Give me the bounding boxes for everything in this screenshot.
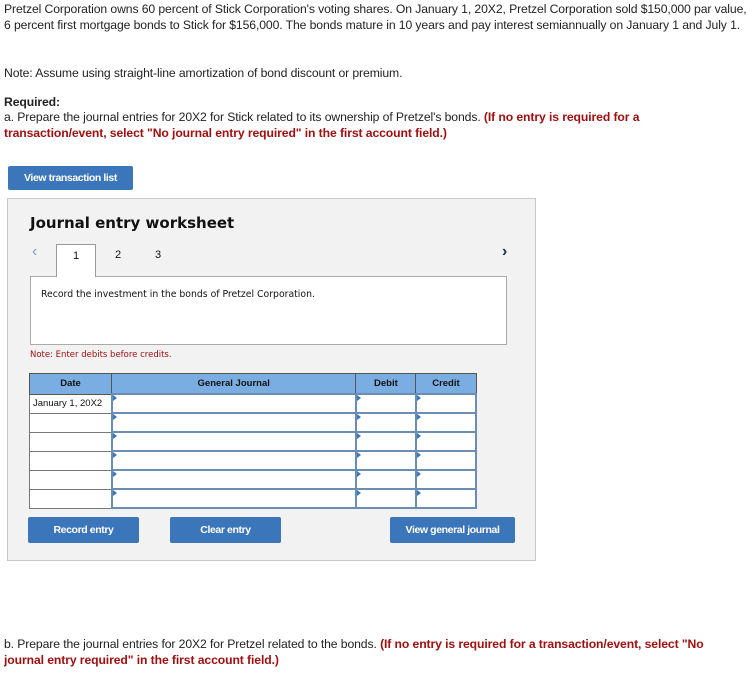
debit-field[interactable] — [356, 471, 415, 488]
table-row — [28, 488, 478, 509]
dropdown-marker-icon — [112, 414, 117, 420]
worksheet-title: Journal entry worksheet — [30, 214, 235, 232]
table-header-row: Date General Journal Debit Credit — [28, 373, 477, 395]
part-a-prompt: a. Prepare the journal entries for 20X2 … — [4, 110, 744, 141]
account-field-cell[interactable] — [110, 450, 357, 471]
table-row — [28, 412, 478, 433]
journal-entry-worksheet: Journal entry worksheet ‹ 1 2 3 › Record… — [7, 198, 536, 561]
dropdown-marker-icon — [416, 490, 421, 496]
dropdown-marker-icon — [356, 471, 361, 477]
dropdown-marker-icon — [356, 433, 361, 439]
required-label: Required: — [4, 95, 60, 109]
debit-field-cell[interactable] — [354, 393, 417, 414]
instruction-text: Record the investment in the bonds of Pr… — [41, 289, 315, 300]
table-row — [28, 469, 478, 490]
credit-field[interactable] — [416, 471, 475, 488]
debit-field[interactable] — [356, 414, 415, 431]
dropdown-marker-icon — [356, 414, 361, 420]
header-general-journal: General Journal — [111, 373, 357, 395]
date-cell: January 1, 20X2 — [28, 393, 113, 414]
credit-field-cell[interactable] — [414, 412, 478, 433]
credit-field[interactable] — [416, 433, 475, 450]
debit-field[interactable] — [356, 395, 415, 412]
table-row: January 1, 20X2 — [28, 393, 478, 414]
account-field-cell[interactable] — [110, 431, 357, 452]
date-cell — [28, 412, 113, 433]
date-cell — [28, 431, 113, 452]
account-field-cell[interactable] — [110, 393, 357, 414]
dropdown-marker-icon — [356, 452, 361, 458]
chevron-left-icon[interactable]: ‹ — [32, 243, 37, 261]
instruction-panel: Record the investment in the bonds of Pr… — [30, 276, 507, 345]
table-row — [28, 431, 478, 452]
credit-field-cell[interactable] — [414, 431, 478, 452]
dropdown-marker-icon — [416, 433, 421, 439]
credit-field-cell[interactable] — [414, 393, 478, 414]
account-field[interactable] — [112, 433, 355, 450]
header-debit: Debit — [355, 373, 417, 395]
credit-field[interactable] — [416, 490, 475, 507]
dropdown-marker-icon — [416, 471, 421, 477]
dropdown-marker-icon — [112, 433, 117, 439]
date-cell — [28, 488, 113, 509]
credit-field[interactable] — [416, 414, 475, 431]
header-credit: Credit — [415, 373, 477, 395]
account-field[interactable] — [112, 414, 355, 431]
clear-entry-button[interactable]: Clear entry — [170, 517, 281, 543]
tab-3[interactable]: 3 — [138, 244, 178, 275]
dropdown-marker-icon — [112, 452, 117, 458]
dropdown-marker-icon — [112, 490, 117, 496]
debit-field-cell[interactable] — [354, 469, 417, 490]
account-field-cell[interactable] — [110, 469, 357, 490]
account-field[interactable] — [112, 452, 355, 469]
part-b-prompt: b. Prepare the journal entries for 20X2 … — [4, 637, 744, 668]
tab-2[interactable]: 2 — [98, 244, 138, 275]
account-field[interactable] — [112, 395, 355, 412]
journal-table: Date General Journal Debit Credit Januar… — [28, 373, 478, 509]
problem-statement: Pretzel Corporation owns 60 percent of S… — [4, 2, 746, 32]
debit-field-cell[interactable] — [354, 412, 417, 433]
header-date: Date — [28, 373, 113, 395]
debit-field[interactable] — [356, 490, 415, 507]
dropdown-marker-icon — [356, 395, 361, 401]
part-a-text: a. Prepare the journal entries for 20X2 … — [4, 110, 484, 124]
credit-field-cell[interactable] — [414, 450, 478, 471]
table-row — [28, 450, 478, 471]
date-cell — [28, 469, 113, 490]
dropdown-marker-icon — [356, 490, 361, 496]
debit-field-cell[interactable] — [354, 488, 417, 509]
account-field[interactable] — [112, 490, 355, 507]
account-field-cell[interactable] — [110, 488, 357, 509]
date-cell — [28, 450, 113, 471]
credit-field[interactable] — [416, 395, 475, 412]
credit-field-cell[interactable] — [414, 469, 478, 490]
view-general-journal-button[interactable]: View general journal — [390, 517, 515, 543]
dropdown-marker-icon — [416, 395, 421, 401]
dropdown-marker-icon — [416, 452, 421, 458]
debit-note: Note: Enter debits before credits. — [30, 350, 172, 360]
dropdown-marker-icon — [416, 414, 421, 420]
chevron-right-icon[interactable]: › — [502, 243, 507, 261]
debit-field[interactable] — [356, 433, 415, 450]
credit-field[interactable] — [416, 452, 475, 469]
debit-field[interactable] — [356, 452, 415, 469]
account-field[interactable] — [112, 471, 355, 488]
dropdown-marker-icon — [112, 395, 117, 401]
view-transaction-list-button[interactable]: View transaction list — [8, 166, 133, 190]
tab-1[interactable]: 1 — [56, 244, 96, 277]
record-entry-button[interactable]: Record entry — [28, 517, 139, 543]
credit-field-cell[interactable] — [414, 488, 478, 509]
debit-field-cell[interactable] — [354, 450, 417, 471]
dropdown-marker-icon — [112, 471, 117, 477]
account-field-cell[interactable] — [110, 412, 357, 433]
amortization-note: Note: Assume using straight-line amortiz… — [4, 66, 403, 80]
debit-field-cell[interactable] — [354, 431, 417, 452]
part-b-text: b. Prepare the journal entries for 20X2 … — [4, 637, 381, 651]
